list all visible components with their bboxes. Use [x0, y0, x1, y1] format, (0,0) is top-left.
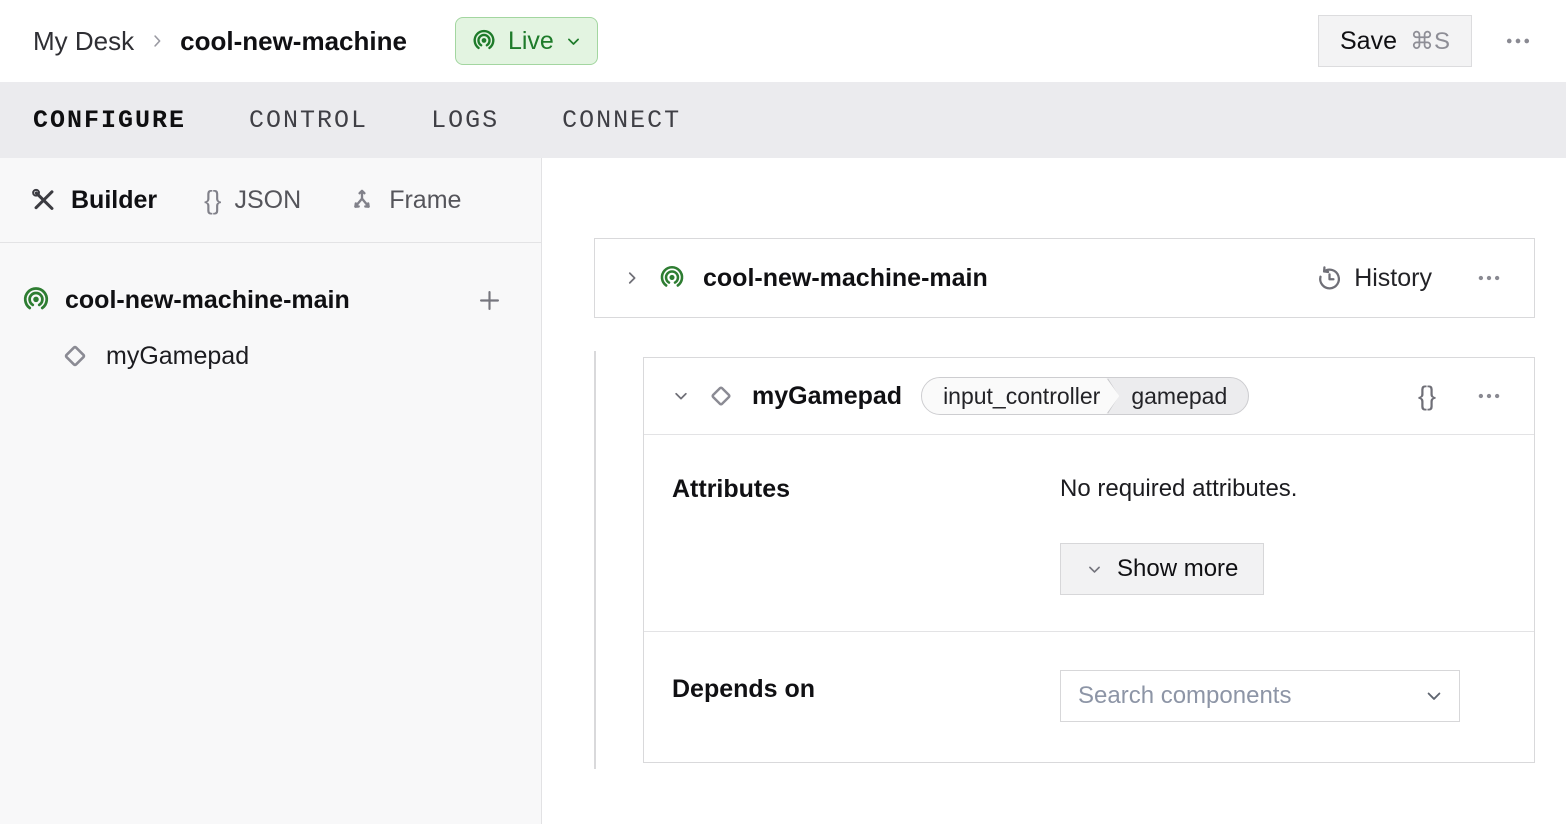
component-more-button[interactable]	[1472, 379, 1506, 413]
breadcrumb-current: cool-new-machine	[180, 26, 407, 57]
tree-item-label: myGamepad	[106, 342, 249, 371]
part-children-group: myGamepad input_controller gamepad {}	[594, 351, 1535, 769]
history-clock-icon	[1316, 265, 1343, 292]
tab-configure[interactable]: CONFIGURE	[33, 106, 186, 135]
history-label: History	[1354, 264, 1432, 293]
ellipsis-icon	[1476, 265, 1502, 291]
mode-builder[interactable]: Builder	[30, 186, 157, 215]
mode-frame[interactable]: Frame	[348, 186, 461, 215]
save-button[interactable]: Save ⌘S	[1318, 15, 1472, 67]
live-status-label: Live	[508, 27, 554, 56]
mode-frame-label: Frame	[389, 186, 461, 215]
axes-icon	[348, 186, 376, 214]
part-card: cool-new-machine-main History	[594, 238, 1535, 318]
component-actions: {}	[1414, 377, 1506, 416]
ellipsis-icon	[1504, 27, 1532, 55]
app-window: My Desk cool-new-machine Live Save	[0, 0, 1566, 824]
component-title: myGamepad	[752, 382, 902, 411]
header-more-button[interactable]	[1500, 23, 1536, 59]
tree-item-mygamepad[interactable]: myGamepad	[0, 333, 541, 379]
ellipsis-icon	[1476, 383, 1502, 409]
depends-on-section: Depends on	[644, 631, 1534, 762]
add-component-button[interactable]	[472, 283, 507, 318]
chevron-down-icon	[565, 33, 582, 50]
depends-on-label: Depends on	[672, 670, 1060, 722]
attributes-empty-text: No required attributes.	[1060, 475, 1297, 503]
tab-control[interactable]: CONTROL	[249, 106, 368, 135]
mode-json[interactable]: {} JSON	[204, 186, 301, 215]
plus-icon	[476, 287, 503, 314]
component-card: myGamepad input_controller gamepad {}	[643, 357, 1535, 763]
app-header: My Desk cool-new-machine Live Save	[0, 0, 1566, 82]
attributes-label: Attributes	[672, 475, 1060, 595]
depends-on-value	[1060, 670, 1460, 722]
breadcrumb-parent-link[interactable]: My Desk	[33, 26, 134, 57]
main-tab-bar: CONFIGURE CONTROL LOGS CONNECT	[0, 82, 1566, 158]
component-card-header: myGamepad input_controller gamepad {}	[644, 358, 1534, 434]
component-diamond-icon	[707, 382, 735, 410]
tab-connect[interactable]: CONNECT	[562, 106, 681, 135]
part-expand-button[interactable]	[623, 269, 641, 287]
history-button[interactable]: History	[1316, 264, 1432, 293]
machine-tree: cool-new-machine-main myGamepad	[0, 243, 541, 379]
header-actions: Save ⌘S	[1318, 15, 1536, 67]
depends-on-search-input[interactable]	[1078, 682, 1424, 710]
tools-icon	[30, 186, 58, 214]
component-collapse-button[interactable]	[672, 387, 690, 405]
component-diamond-icon	[60, 341, 90, 371]
chevron-down-icon	[1086, 561, 1103, 578]
component-model: gamepad	[1120, 383, 1248, 410]
broadcast-icon	[21, 285, 51, 315]
chevron-right-icon	[623, 269, 641, 287]
breadcrumb-separator-icon	[148, 32, 166, 50]
depends-on-combobox[interactable]	[1060, 670, 1460, 722]
component-type: input_controller	[922, 378, 1119, 414]
tree-item-label: cool-new-machine-main	[65, 286, 458, 315]
attributes-value: No required attributes. Show more	[1060, 475, 1297, 595]
show-more-label: Show more	[1117, 555, 1238, 583]
chevron-down-icon	[1424, 686, 1444, 706]
broadcast-icon	[471, 28, 497, 54]
show-more-button[interactable]: Show more	[1060, 543, 1264, 595]
braces-icon: {}	[204, 187, 221, 213]
attributes-section: Attributes No required attributes. Show …	[644, 434, 1534, 631]
component-type-badge: input_controller gamepad	[921, 377, 1249, 415]
configure-panel: cool-new-machine-main History	[542, 158, 1566, 824]
part-more-button[interactable]	[1472, 261, 1506, 295]
part-title: cool-new-machine-main	[703, 264, 988, 293]
save-button-label: Save	[1340, 27, 1397, 56]
chevron-down-icon	[672, 387, 690, 405]
tree-item-machine-part[interactable]: cool-new-machine-main	[0, 277, 541, 323]
view-mode-switcher: Builder {} JSON Frame	[0, 158, 541, 243]
content-area: Builder {} JSON Frame	[0, 158, 1566, 824]
mode-json-label: JSON	[235, 186, 302, 215]
save-shortcut-hint: ⌘S	[1410, 27, 1450, 56]
breadcrumb: My Desk cool-new-machine	[33, 26, 407, 57]
tab-logs[interactable]: LOGS	[431, 106, 499, 135]
mode-builder-label: Builder	[71, 186, 157, 215]
component-json-button[interactable]: {}	[1414, 377, 1440, 416]
broadcast-icon	[658, 264, 686, 292]
part-actions: History	[1316, 261, 1506, 295]
braces-icon: {}	[1418, 381, 1436, 412]
machine-status-dropdown[interactable]: Live	[455, 17, 598, 65]
sidebar: Builder {} JSON Frame	[0, 158, 542, 824]
